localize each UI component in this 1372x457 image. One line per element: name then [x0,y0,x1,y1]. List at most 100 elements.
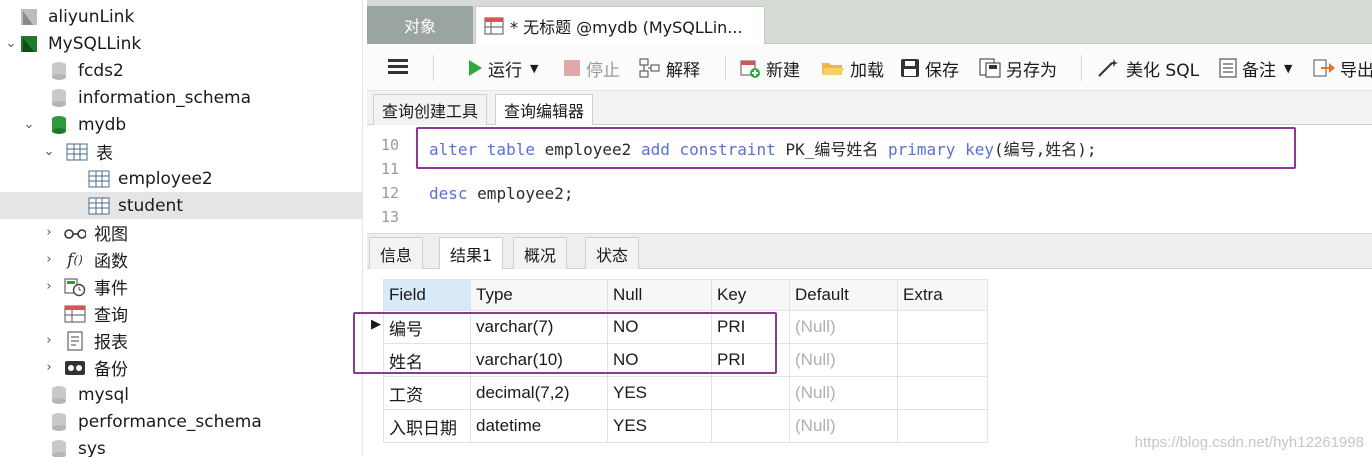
event-clock-icon [64,277,86,297]
cell-key[interactable] [711,409,790,443]
dropdown-arrow-icon[interactable]: ▼ [530,62,538,75]
cell-default[interactable]: (Null) [789,343,898,377]
connection-mysql-icon [18,34,40,54]
database-information-schema[interactable]: information_schema [0,84,362,111]
export-icon [1313,58,1335,78]
chevron-down-icon[interactable]: ⌄ [42,144,56,159]
tree-label: student [118,195,183,216]
tab-info[interactable]: 信息 [369,237,424,270]
tree-label: 函数 [94,252,128,272]
folder-reports[interactable]: › 报表 [0,327,362,354]
beautify-label: 美化 SQL [1126,60,1200,81]
table-icon [66,142,88,162]
folder-backups[interactable]: › 备份 [0,354,362,381]
folder-events[interactable]: › 事件 [0,273,362,300]
database-mysql[interactable]: mysql [0,381,362,408]
chevron-down-icon[interactable]: ⌄ [22,117,36,132]
table-employee2[interactable]: employee2 [0,165,362,192]
load-button[interactable]: 加载 [821,56,884,81]
function-icon: f() [67,249,83,270]
tab-status[interactable]: 状态 [585,237,640,270]
table-student[interactable]: student [0,192,362,219]
cell-extra[interactable] [897,409,988,443]
run-button[interactable]: 运行 ▼ [467,56,538,81]
save-floppy-icon [900,58,920,78]
cell-default[interactable]: (Null) [789,310,898,344]
folder-views[interactable]: › 视图 [0,219,362,246]
cell-default[interactable]: (Null) [789,376,898,410]
column-header-type[interactable]: Type [470,279,608,311]
explain-button[interactable]: 解释 [639,56,700,81]
play-icon [467,59,483,77]
stop-icon [563,59,581,77]
tree-label: 事件 [94,279,128,299]
cell-extra[interactable] [897,376,988,410]
cell-type[interactable]: datetime [470,409,608,443]
connection-mysqllink[interactable]: ⌄ MySQLLink [0,30,362,57]
tab-query-untitled[interactable]: * 无标题 @mydb (MySQLLin... [475,6,765,44]
chevron-right-icon[interactable]: › [42,279,56,294]
column-header-field[interactable]: Field [383,279,471,311]
column-header-default[interactable]: Default [789,279,898,311]
tab-query-editor[interactable]: 查询编辑器 [495,94,594,125]
toolbar-separator [725,55,726,81]
tree-label: mysql [78,384,129,405]
chevron-right-icon[interactable]: › [42,252,56,267]
tree-label: 报表 [94,333,128,353]
folder-tables[interactable]: ⌄ 表 [0,138,362,165]
tab-query-builder[interactable]: 查询创建工具 [373,94,488,125]
column-header-key[interactable]: Key [711,279,790,311]
cell-key[interactable] [711,376,790,410]
cell-field[interactable]: 入职日期 [383,409,471,443]
database-mydb[interactable]: ⌄ mydb [0,111,362,138]
note-label: 备注 [1242,60,1276,81]
tree-label: mydb [78,114,127,135]
export-button[interactable]: 导出 [1313,56,1372,81]
database-fcds2[interactable]: fcds2 [0,57,362,84]
column-header-extra[interactable]: Extra [897,279,988,311]
tree-label: fcds2 [78,60,124,81]
load-label: 加载 [850,60,884,81]
connection-aliyunlink[interactable]: aliyunLink [0,3,362,30]
chevron-right-icon[interactable]: › [42,225,56,240]
database-performance-schema[interactable]: performance_schema [0,408,362,435]
folder-queries[interactable]: 查询 [0,300,362,327]
tab-title: * 无标题 @mydb (MySQLLin... [510,17,743,37]
table-row[interactable]: 入职日期 datetime YES (Null) [383,409,988,443]
table-row[interactable]: 工资 decimal(7,2) YES (Null) [383,376,988,410]
chevron-right-icon[interactable]: › [42,360,56,375]
menu-button[interactable] [387,56,409,80]
dropdown-arrow-icon[interactable]: ▼ [1284,62,1292,75]
backup-icon [64,358,86,378]
query-icon [64,304,86,324]
cell-type[interactable]: decimal(7,2) [470,376,608,410]
save-button[interactable]: 保存 [900,56,959,81]
tab-result1[interactable]: 结果1 [439,237,504,270]
cell-extra[interactable] [897,310,988,344]
sql-editor[interactable]: 10 11 12 13 alter table employee2 add co… [367,125,1372,233]
new-query-icon [739,58,761,78]
save-as-label: 另存为 [1006,60,1057,81]
chevron-right-icon[interactable]: › [42,333,56,348]
watermark-text: https://blog.csdn.net/hyh12261998 [1134,434,1364,451]
save-as-button[interactable]: 另存为 [979,56,1057,81]
sql-identifier: employee2; [477,184,574,203]
column-header-null[interactable]: Null [607,279,712,311]
tree-label: information_schema [78,87,252,108]
database-sys[interactable]: sys [0,435,362,457]
cell-default[interactable]: (Null) [789,409,898,443]
cell-extra[interactable] [897,343,988,377]
chevron-down-icon[interactable]: ⌄ [4,36,18,51]
tab-objects[interactable]: 对象 [367,6,473,44]
cell-field[interactable]: 工资 [383,376,471,410]
cell-null[interactable]: YES [607,376,712,410]
cell-null[interactable]: YES [607,409,712,443]
folder-functions[interactable]: › f() 函数 [0,246,362,273]
report-icon [64,331,86,351]
note-button[interactable]: 备注 ▼ [1219,56,1292,81]
navigation-sidebar: aliyunLink ⌄ MySQLLink fcds2 information… [0,0,363,457]
tab-profile[interactable]: 概况 [513,237,568,270]
beautify-sql-button[interactable]: 美化 SQL [1097,56,1200,81]
stop-button[interactable]: 停止 [563,56,620,81]
new-button[interactable]: 新建 [739,56,800,81]
